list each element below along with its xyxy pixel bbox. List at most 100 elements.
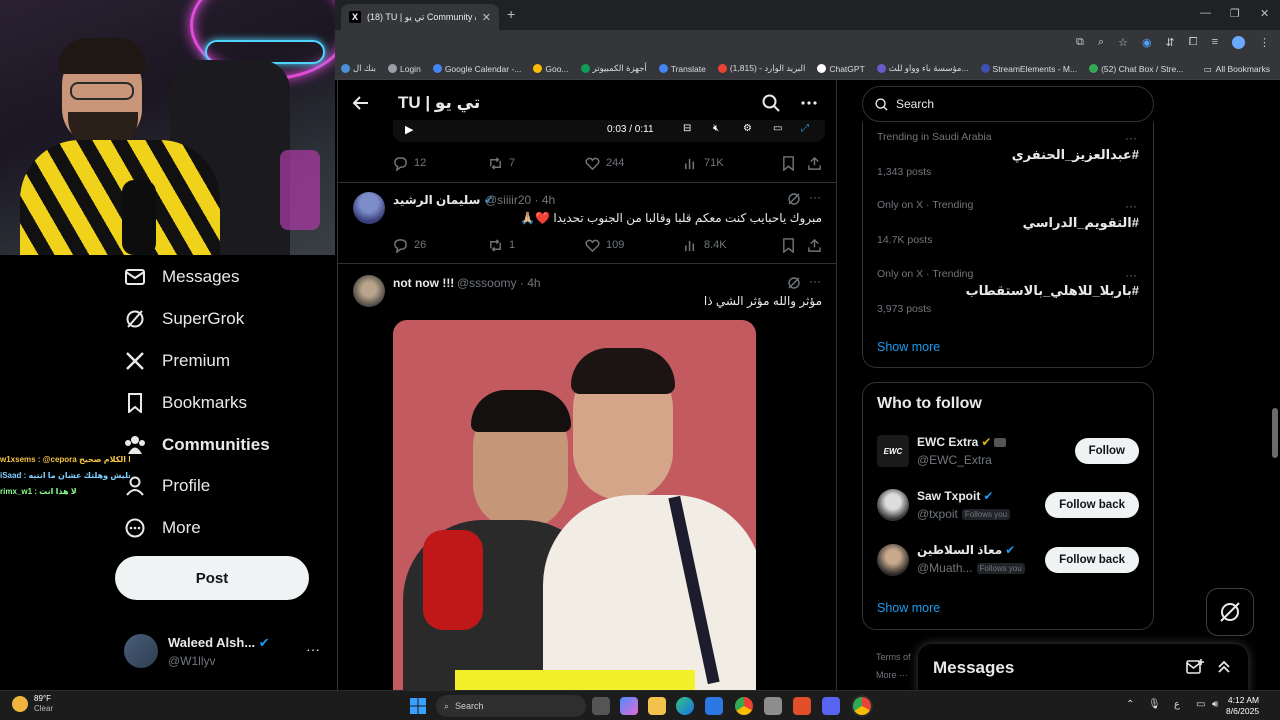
- bookmark-item[interactable]: بنك ال: [335, 63, 382, 74]
- taskbar-clock[interactable]: 4:12 AM 8/6/2025: [1226, 695, 1259, 717]
- follow-back-button[interactable]: Follow back: [1045, 547, 1139, 573]
- nav-bookmarks[interactable]: Bookmarks: [124, 388, 247, 418]
- nav-profile[interactable]: Profile: [124, 471, 210, 501]
- bookmark-item[interactable]: أجهزة الكمبيوتر: [575, 63, 653, 74]
- close-tab-icon[interactable]: ✕: [482, 11, 491, 24]
- tweet-avatar[interactable]: [353, 192, 385, 224]
- bookmark-item[interactable]: Login: [382, 64, 427, 74]
- microphone-icon[interactable]: 🎙︎: [1148, 699, 1161, 710]
- tray-chevron-icon[interactable]: ⌃: [1126, 699, 1134, 710]
- all-bookmarks-button[interactable]: ▭ All Bookmarks: [1195, 58, 1270, 79]
- views-button[interactable]: 8.4K: [683, 238, 781, 253]
- grok-floating-button[interactable]: [1206, 588, 1254, 636]
- nav-communities[interactable]: Communities: [124, 430, 270, 460]
- follow-name[interactable]: EWC Extra ✔: [917, 435, 1007, 449]
- bookmark-item[interactable]: البريد الوارد - (1,815): [712, 63, 812, 74]
- follow-name[interactable]: معاذ السلاطين ✔: [917, 543, 1015, 557]
- bookmark-item[interactable]: مؤسسة باء وواو للث...: [871, 63, 975, 74]
- share-button[interactable]: [807, 156, 822, 171]
- tweet-avatar[interactable]: [353, 275, 385, 307]
- windows-start-icon[interactable]: [410, 698, 426, 714]
- discord-icon[interactable]: [822, 697, 840, 715]
- trends-show-more-link[interactable]: Show more: [877, 340, 940, 354]
- bookmark-star-icon[interactable]: ☆: [1118, 36, 1128, 49]
- store-icon[interactable]: [705, 697, 723, 715]
- language-indicator[interactable]: ع: [1174, 699, 1180, 710]
- share-button[interactable]: [807, 238, 822, 253]
- taskbar-search[interactable]: ⌕ Search: [436, 695, 586, 717]
- copilot-icon[interactable]: [620, 697, 638, 715]
- follow-show-more-link[interactable]: Show more: [877, 601, 940, 615]
- like-button[interactable]: 109: [585, 238, 683, 253]
- extension-2-icon[interactable]: ⇵: [1166, 36, 1175, 49]
- bookmark-tweet-button[interactable]: [781, 155, 807, 171]
- chrome-menu-icon[interactable]: ⋮: [1259, 36, 1270, 49]
- trend-hashtag[interactable]: #عبدالعزيز_الحنفري: [1012, 147, 1139, 163]
- bookmark-item[interactable]: ChatGPT: [811, 64, 870, 74]
- back-arrow-icon[interactable]: [352, 94, 370, 112]
- search-input[interactable]: Search: [862, 86, 1154, 122]
- video-player[interactable]: ▶ 0:03 / 0:11 ⊟ 🔇︎ ⚙ ▭ ⤢: [393, 120, 825, 142]
- like-button[interactable]: 244: [585, 156, 683, 171]
- follow-name[interactable]: Saw Txpoit ✔: [917, 489, 993, 503]
- tweet-author-name[interactable]: not now !!!: [393, 276, 454, 290]
- reading-list-icon[interactable]: ≡: [1212, 36, 1218, 49]
- account-more-icon[interactable]: ···: [306, 641, 320, 657]
- tweet-author-name[interactable]: سليمان الرشيد ✔: [393, 193, 494, 207]
- follow-avatar[interactable]: [877, 489, 909, 521]
- tweet-more-icon[interactable]: ···: [809, 274, 821, 288]
- more-footer-link[interactable]: More ···: [876, 666, 911, 684]
- extension-icon[interactable]: ◉: [1142, 36, 1152, 49]
- expand-up-icon[interactable]: [1216, 659, 1232, 675]
- reply-button[interactable]: 26: [393, 238, 488, 253]
- task-view-icon[interactable]: [592, 697, 610, 715]
- bookmark-item[interactable]: (52) Chat Box / Stre...: [1083, 64, 1189, 74]
- bookmark-item[interactable]: Google Calendar -...: [427, 64, 528, 74]
- fullscreen-icon[interactable]: ⤢: [801, 123, 809, 134]
- play-icon[interactable]: ▶: [405, 123, 413, 136]
- messages-drawer[interactable]: Messages: [918, 644, 1248, 694]
- follow-avatar[interactable]: [877, 544, 909, 576]
- volume-icon[interactable]: 🔊︎: [1212, 699, 1218, 710]
- nav-more[interactable]: More: [124, 513, 201, 543]
- page-scrollbar[interactable]: [1272, 408, 1278, 458]
- minimize-icon[interactable]: —: [1200, 7, 1211, 19]
- network-icon[interactable]: ▭: [1196, 699, 1205, 710]
- settings-icon[interactable]: ⚙: [743, 123, 752, 134]
- bookmark-item[interactable]: Translate: [653, 64, 712, 74]
- chrome-icon[interactable]: [735, 697, 753, 715]
- trend-hashtag[interactable]: #التقويم_الدراسي: [1023, 215, 1139, 231]
- nav-supergrok[interactable]: SuperGrok: [124, 304, 244, 334]
- app-2-icon[interactable]: [793, 697, 811, 715]
- follow-back-button[interactable]: Follow back: [1045, 492, 1139, 518]
- tweet-more-icon[interactable]: ···: [809, 190, 821, 204]
- app-icon[interactable]: [764, 697, 782, 715]
- zoom-icon[interactable]: ⌕: [1098, 36, 1104, 49]
- tweet-photo[interactable]: [393, 320, 756, 690]
- follow-avatar[interactable]: EWC: [877, 435, 909, 467]
- trend-more-icon[interactable]: ···: [1125, 131, 1137, 145]
- nav-messages[interactable]: Messages: [124, 262, 239, 292]
- weather-widget[interactable]: 89°F Clear: [12, 694, 53, 714]
- more-options-icon[interactable]: [800, 94, 818, 112]
- new-tab-icon[interactable]: +: [507, 6, 515, 22]
- account-switcher[interactable]: Waleed Alsh... ✔ @W1llyv ···: [124, 632, 324, 672]
- bookmark-tweet-button[interactable]: [781, 237, 807, 253]
- grok-explain-icon[interactable]: [787, 192, 801, 206]
- bookmark-item[interactable]: Goo...: [527, 64, 574, 74]
- captions-icon[interactable]: ⊟: [683, 123, 691, 134]
- post-button[interactable]: Post: [115, 556, 309, 600]
- trend-more-icon[interactable]: ···: [1125, 199, 1137, 213]
- views-button[interactable]: 71K: [683, 156, 781, 171]
- cast-icon[interactable]: ⧉: [1076, 36, 1084, 49]
- file-explorer-icon[interactable]: [648, 697, 666, 715]
- bookmark-item[interactable]: StreamElements - M...: [975, 64, 1084, 74]
- close-window-icon[interactable]: ✕: [1260, 7, 1269, 20]
- grok-explain-icon[interactable]: [787, 276, 801, 290]
- trend-more-icon[interactable]: ···: [1125, 268, 1137, 282]
- terms-link[interactable]: Terms of: [876, 648, 911, 666]
- repost-button[interactable]: 1: [488, 238, 585, 253]
- edge-icon[interactable]: [676, 697, 694, 715]
- volume-icon[interactable]: 🔇︎: [713, 123, 719, 134]
- reply-button[interactable]: 12: [393, 156, 488, 171]
